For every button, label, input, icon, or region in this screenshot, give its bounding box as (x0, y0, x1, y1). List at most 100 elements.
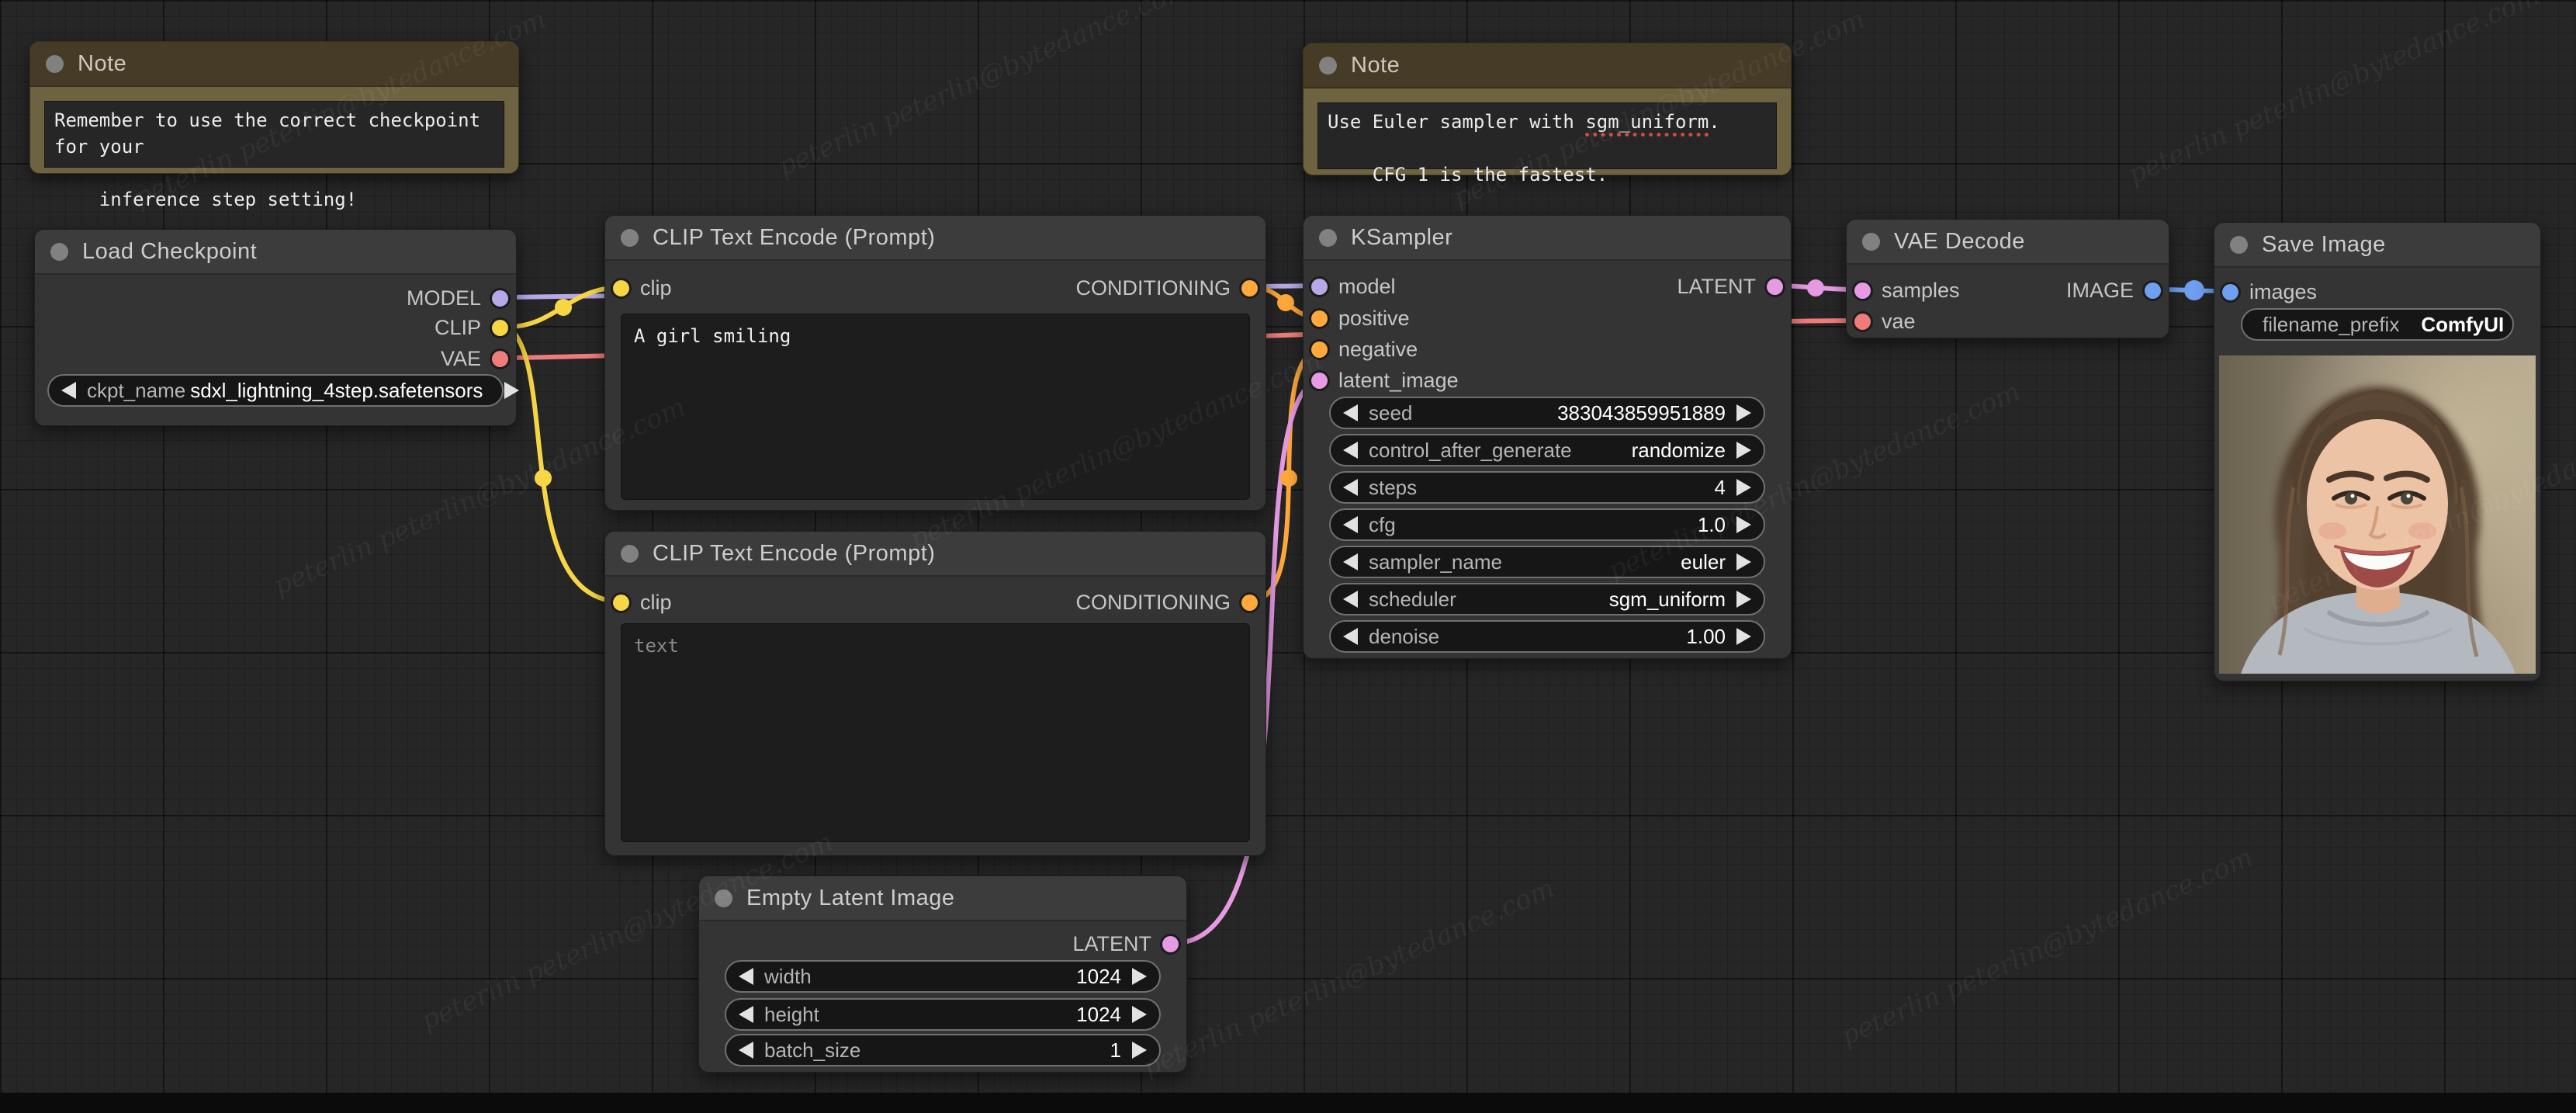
input-port-images[interactable]: images (2222, 276, 2317, 307)
clip-port-dot[interactable] (492, 319, 508, 336)
node-status-dot[interactable] (621, 544, 639, 563)
control-after-generate-widget[interactable]: control_after_generate randomize (1329, 434, 1765, 466)
increment-arrow-icon[interactable] (1132, 1006, 1147, 1023)
increment-arrow-icon[interactable] (1132, 1042, 1147, 1059)
node-header[interactable]: Empty Latent Image (699, 876, 1186, 921)
decrement-arrow-icon[interactable] (1343, 628, 1358, 645)
increment-arrow-icon[interactable] (1736, 516, 1751, 533)
conditioning-port-dot[interactable] (1241, 594, 1258, 611)
clip-port-dot[interactable] (613, 594, 629, 611)
node-save-image[interactable]: Save Image images filename_prefix ComfyU… (2214, 222, 2541, 681)
height-widget[interactable]: height 1024 (725, 998, 1161, 1031)
output-port-latent[interactable]: LATENT (1677, 271, 1783, 302)
denoise-widget[interactable]: denoise 1.00 (1329, 620, 1765, 653)
node-header[interactable]: Save Image (2214, 223, 2540, 268)
latent-port-dot[interactable] (1854, 282, 1871, 299)
increment-arrow-icon[interactable] (1736, 628, 1751, 645)
output-port-conditioning[interactable]: CONDITIONING (1076, 272, 1258, 303)
latent-port-dot[interactable] (1311, 372, 1328, 389)
output-port-image[interactable]: IMAGE (2066, 275, 2161, 306)
input-port-model[interactable]: model (1311, 271, 1396, 302)
input-port-samples[interactable]: samples (1854, 275, 1960, 306)
latent-port-dot[interactable] (1162, 935, 1179, 952)
latent-port-dot[interactable] (1767, 278, 1783, 295)
node-status-dot[interactable] (715, 889, 732, 907)
decrement-arrow-icon[interactable] (739, 1042, 753, 1059)
increment-arrow-icon[interactable] (1736, 404, 1751, 421)
node-empty-latent-image[interactable]: Empty Latent Image LATENT width 1024 hei… (698, 875, 1187, 1073)
decrement-arrow-icon[interactable] (1343, 516, 1358, 533)
filename-prefix-widget[interactable]: filename_prefix ComfyUI (2241, 308, 2514, 341)
node-header[interactable]: CLIP Text Encode (Prompt) (605, 532, 1265, 577)
widget-value: randomize (1631, 438, 1726, 462)
increment-arrow-icon[interactable] (1736, 442, 1751, 459)
increment-arrow-icon[interactable] (504, 382, 520, 399)
node-clip-text-encode-negative[interactable]: CLIP Text Encode (Prompt) clip CONDITION… (604, 531, 1266, 856)
output-port-model[interactable]: MODEL (407, 283, 508, 314)
ckpt-name-widget[interactable]: ckpt_name sdxl_lightning_4step.safetenso… (47, 374, 520, 407)
batch-size-widget[interactable]: batch_size 1 (725, 1034, 1161, 1066)
node-ksampler[interactable]: KSampler model positive negative latent_… (1303, 215, 1792, 659)
input-port-clip[interactable]: clip (613, 272, 672, 303)
width-widget[interactable]: width 1024 (725, 960, 1161, 993)
node-status-dot[interactable] (621, 228, 639, 247)
node-header[interactable]: KSampler (1304, 216, 1791, 261)
node-status-dot[interactable] (50, 242, 68, 261)
node-header[interactable]: VAE Decode (1847, 220, 2169, 265)
decrement-arrow-icon[interactable] (1343, 479, 1358, 496)
conditioning-port-dot[interactable] (1241, 279, 1258, 296)
node-status-dot[interactable] (1319, 228, 1337, 247)
node-status-dot[interactable] (1319, 56, 1337, 75)
input-port-vae[interactable]: vae (1854, 306, 1916, 337)
cfg-widget[interactable]: cfg 1.0 (1329, 508, 1765, 541)
node-status-dot[interactable] (2230, 235, 2248, 254)
decrement-arrow-icon[interactable] (739, 1006, 753, 1023)
increment-arrow-icon[interactable] (1132, 968, 1147, 985)
decrement-arrow-icon[interactable] (61, 382, 76, 399)
input-port-clip[interactable]: clip (613, 587, 672, 618)
decrement-arrow-icon[interactable] (1343, 591, 1358, 608)
decrement-arrow-icon[interactable] (1343, 404, 1358, 421)
decrement-arrow-icon[interactable] (739, 968, 753, 985)
increment-arrow-icon[interactable] (1736, 479, 1751, 496)
increment-arrow-icon[interactable] (1736, 591, 1751, 608)
node-status-dot[interactable] (1862, 232, 1880, 251)
input-port-latent-image[interactable]: latent_image (1311, 365, 1459, 396)
conditioning-port-dot[interactable] (1311, 341, 1328, 358)
node-header[interactable]: CLIP Text Encode (Prompt) (605, 216, 1265, 261)
prompt-textarea[interactable]: text (621, 623, 1250, 842)
output-port-vae[interactable]: VAE (441, 343, 508, 374)
output-port-clip[interactable]: CLIP (435, 312, 508, 343)
note-header[interactable]: Note (1304, 43, 1791, 88)
image-port-dot[interactable] (2222, 283, 2238, 300)
model-port-dot[interactable] (492, 290, 508, 307)
node-load-checkpoint[interactable]: Load Checkpoint MODEL CLIP VAE ckpt_name… (34, 229, 520, 426)
vae-port-dot[interactable] (1854, 313, 1871, 330)
increment-arrow-icon[interactable] (1736, 553, 1751, 570)
clip-port-dot[interactable] (613, 279, 629, 296)
scheduler-widget[interactable]: scheduler sgm_uniform (1329, 583, 1765, 615)
output-port-conditioning[interactable]: CONDITIONING (1076, 587, 1258, 618)
note-header[interactable]: Note (30, 42, 518, 87)
vae-port-dot[interactable] (492, 350, 508, 367)
prompt-textarea[interactable]: A girl smiling (621, 314, 1250, 500)
decrement-arrow-icon[interactable] (1343, 553, 1358, 570)
node-vae-decode[interactable]: VAE Decode samples vae IMAGE (1846, 219, 2169, 338)
conditioning-port-dot[interactable] (1311, 310, 1328, 327)
steps-widget[interactable]: steps 4 (1329, 471, 1765, 504)
note-text-area[interactable]: Use Euler sampler with sgm_uniform. CFG … (1317, 102, 1777, 186)
note-text-area[interactable]: Remember to use the correct checkpoint f… (44, 101, 504, 210)
sampler-name-widget[interactable]: sampler_name euler (1329, 546, 1765, 578)
note-node-checkpoint[interactable]: Note Remember to use the correct checkpo… (29, 41, 519, 210)
input-port-positive[interactable]: positive (1311, 303, 1410, 334)
node-status-dot[interactable] (46, 54, 64, 73)
note-node-sampler[interactable]: Note Use Euler sampler with sgm_uniform.… (1303, 43, 1792, 186)
decrement-arrow-icon[interactable] (1343, 442, 1358, 459)
input-port-negative[interactable]: negative (1311, 334, 1418, 365)
image-port-dot[interactable] (2145, 282, 2161, 299)
node-header[interactable]: Load Checkpoint (35, 230, 516, 275)
output-port-latent[interactable]: LATENT (1072, 928, 1179, 959)
model-port-dot[interactable] (1311, 278, 1328, 295)
seed-widget[interactable]: seed 383043859951889 (1329, 397, 1765, 429)
node-clip-text-encode-positive[interactable]: CLIP Text Encode (Prompt) clip CONDITION… (604, 215, 1266, 511)
